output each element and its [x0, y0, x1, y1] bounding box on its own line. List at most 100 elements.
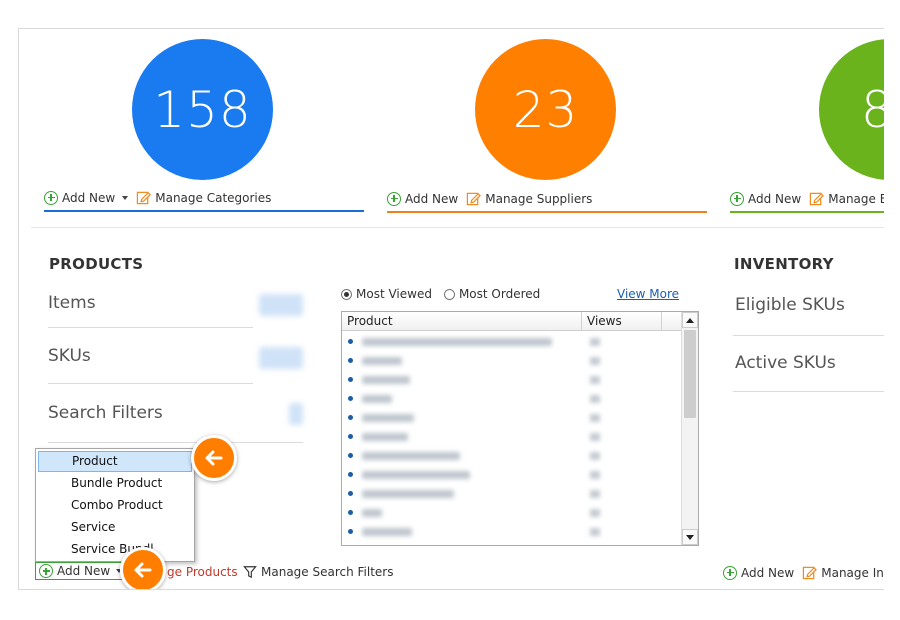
- plus-circle-icon: [723, 565, 737, 580]
- most-ordered-label[interactable]: Most Ordered: [459, 287, 540, 301]
- scroll-thumb[interactable]: [684, 330, 696, 418]
- scroll-down-button[interactable]: [682, 529, 698, 545]
- view-count-blurred: [590, 356, 600, 365]
- plus-circle-icon: [730, 191, 744, 206]
- table-row[interactable]: [342, 484, 681, 503]
- bullet-icon: [348, 377, 353, 382]
- menu-item-bundle-product[interactable]: Bundle Product: [38, 473, 192, 494]
- suppliers-underline: [387, 211, 707, 213]
- items-value-blurred: [259, 294, 303, 316]
- column-header-product[interactable]: Product: [342, 312, 582, 330]
- table-scrollbar[interactable]: [681, 312, 698, 545]
- suppliers-count: 23: [512, 80, 579, 139]
- arrow-left-icon: [205, 450, 223, 466]
- column-header-views[interactable]: Views: [582, 312, 662, 330]
- menu-item-service-bundle[interactable]: Service Bundl: [38, 539, 192, 560]
- table-row[interactable]: [342, 389, 681, 408]
- categories-count-circle: 158: [132, 39, 273, 180]
- arrow-down-icon: [686, 534, 694, 540]
- view-count-blurred: [590, 489, 600, 498]
- funnel-icon: [243, 566, 257, 579]
- products-add-new-button[interactable]: Add New: [35, 562, 131, 580]
- edit-pencil-icon: [137, 191, 152, 205]
- section-separator: [31, 227, 884, 228]
- most-viewed-radio[interactable]: [341, 288, 352, 300]
- suppliers-add-new-button[interactable]: Add New: [405, 192, 458, 206]
- view-count-blurred: [590, 337, 600, 346]
- most-viewed-label[interactable]: Most Viewed: [356, 287, 432, 301]
- categories-add-new-button[interactable]: Add New: [62, 191, 115, 205]
- suppliers-count-circle: 23: [475, 39, 616, 180]
- skus-value-blurred: [259, 347, 303, 369]
- categories-actions: Add New Manage Categories: [44, 190, 271, 205]
- manage-search-filters-wrap: Manage Search Filters: [243, 565, 394, 579]
- bullet-icon: [348, 529, 353, 534]
- product-name-blurred: [362, 375, 410, 384]
- manage-search-filters-link[interactable]: Manage Search Filters: [261, 565, 394, 579]
- table-row[interactable]: [342, 427, 681, 446]
- product-name-blurred: [362, 394, 392, 403]
- categories-underline: [44, 210, 364, 212]
- product-name-blurred: [362, 451, 460, 460]
- dashboard-frame: 158 Add New Manage Categories 23 Add New…: [18, 28, 884, 590]
- product-name-blurred: [362, 470, 470, 479]
- add-product-type-menu: Product Bundle Product Combo Product Ser…: [35, 448, 195, 562]
- bullet-icon: [348, 472, 353, 477]
- skus-divider: [48, 383, 253, 384]
- skus-label: SKUs: [48, 346, 91, 366]
- table-row[interactable]: [342, 370, 681, 389]
- eligible-skus-divider: [733, 335, 884, 336]
- bullet-icon: [348, 339, 353, 344]
- arrow-up-icon: [686, 317, 694, 323]
- table-row[interactable]: [342, 351, 681, 370]
- chevron-down-icon[interactable]: [122, 195, 129, 200]
- bullet-icon: [348, 510, 353, 515]
- product-name-blurred: [362, 337, 552, 346]
- brands-count-circle: 8: [819, 39, 884, 180]
- table-row[interactable]: [342, 446, 681, 465]
- view-more-link[interactable]: View More: [617, 287, 679, 301]
- bullet-icon: [348, 491, 353, 496]
- products-title: PRODUCTS: [49, 255, 144, 273]
- menu-item-product[interactable]: Product: [38, 451, 192, 472]
- menu-item-service[interactable]: Service: [38, 517, 192, 538]
- scroll-up-button[interactable]: [682, 312, 698, 328]
- manage-products-wrap: ge Products: [167, 565, 238, 579]
- edit-pencil-icon: [803, 566, 818, 580]
- inventory-add-new-button[interactable]: Add New: [741, 566, 794, 580]
- callout-badge-add-new: [120, 547, 166, 589]
- inventory-title: INVENTORY: [734, 255, 834, 273]
- items-divider: [48, 327, 253, 328]
- eligible-skus-label: Eligible SKUs: [735, 295, 845, 315]
- manage-categories-link[interactable]: Manage Categories: [155, 191, 271, 205]
- product-name-blurred: [362, 413, 414, 422]
- brands-add-new-button[interactable]: Add New: [748, 192, 801, 206]
- table-row[interactable]: [342, 503, 681, 522]
- plus-circle-icon: [44, 190, 58, 205]
- most-ordered-radio[interactable]: [443, 288, 455, 300]
- view-count-blurred: [590, 508, 600, 517]
- table-row[interactable]: [342, 332, 681, 351]
- table-row[interactable]: [342, 465, 681, 484]
- view-count-blurred: [590, 375, 600, 384]
- view-count-blurred: [590, 527, 600, 536]
- categories-count: 158: [153, 80, 252, 139]
- manage-brands-link[interactable]: Manage Br: [828, 192, 884, 206]
- ranking-radio-group: Most Viewed Most Ordered: [341, 287, 540, 301]
- table-row[interactable]: [342, 522, 681, 541]
- products-footer-actions: Add New: [35, 562, 131, 580]
- manage-inventory-link[interactable]: Manage Inve: [821, 566, 884, 580]
- search-filters-value-blurred: [289, 403, 303, 425]
- manage-suppliers-link[interactable]: Manage Suppliers: [485, 192, 592, 206]
- products-add-new-label: Add New: [57, 564, 111, 578]
- menu-item-combo-product[interactable]: Combo Product: [38, 495, 192, 516]
- table-row[interactable]: [342, 408, 681, 427]
- brands-underline: [730, 211, 884, 213]
- manage-products-link[interactable]: ge Products: [167, 565, 238, 579]
- edit-pencil-icon: [810, 192, 825, 206]
- view-count-blurred: [590, 413, 600, 422]
- inventory-footer-actions: Add New Manage Inve: [723, 565, 884, 580]
- table-header: Product Views: [342, 312, 681, 331]
- product-name-blurred: [362, 508, 382, 517]
- product-name-blurred: [362, 356, 402, 365]
